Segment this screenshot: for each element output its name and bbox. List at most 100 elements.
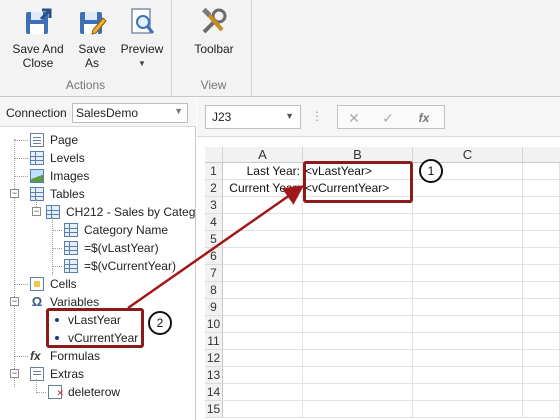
grid-cell[interactable] bbox=[413, 231, 523, 248]
grid-cell[interactable] bbox=[523, 299, 560, 316]
grid-cell[interactable] bbox=[223, 282, 303, 299]
grid-cell[interactable] bbox=[303, 384, 413, 401]
grid-cell[interactable] bbox=[413, 384, 523, 401]
actions-group-label: Actions bbox=[65, 78, 106, 92]
column-header-d[interactable] bbox=[523, 147, 560, 163]
chevron-down-icon[interactable]: ▼ bbox=[174, 106, 183, 116]
collapse-tables-icon[interactable]: − bbox=[10, 189, 19, 198]
grid-cell[interactable] bbox=[223, 214, 303, 231]
grid-cell[interactable] bbox=[303, 316, 413, 333]
grid-cell[interactable] bbox=[303, 282, 413, 299]
row-header[interactable]: 11 bbox=[205, 333, 223, 350]
cell-reference-box[interactable]: J23 ▼ bbox=[205, 105, 301, 129]
grid-cell[interactable] bbox=[413, 265, 523, 282]
toolbar-button[interactable]: Toolbar bbox=[184, 4, 244, 56]
grid-cell[interactable] bbox=[223, 384, 303, 401]
preview-dropdown-icon[interactable]: ▼ bbox=[116, 57, 168, 71]
grid-cell[interactable] bbox=[523, 163, 560, 180]
collapse-table-icon[interactable]: − bbox=[32, 207, 41, 216]
chevron-down-icon[interactable]: ▼ bbox=[285, 111, 294, 121]
insert-function-icon[interactable]: fx bbox=[414, 109, 434, 127]
grid-cell[interactable] bbox=[223, 316, 303, 333]
grid-cell[interactable] bbox=[413, 401, 523, 418]
row-header[interactable]: 9 bbox=[205, 299, 223, 316]
ribbon: Save And Close Save As Preview ▼ Actions… bbox=[0, 0, 560, 97]
grid-cell[interactable] bbox=[223, 299, 303, 316]
row-header[interactable]: 5 bbox=[205, 231, 223, 248]
grid-cell[interactable] bbox=[303, 248, 413, 265]
grid-cell[interactable] bbox=[523, 333, 560, 350]
tree-item-label: Page bbox=[50, 133, 79, 147]
grid-cell[interactable] bbox=[223, 265, 303, 282]
row-header[interactable]: 8 bbox=[205, 282, 223, 299]
grid-cell[interactable] bbox=[523, 316, 560, 333]
grid-cell[interactable] bbox=[523, 384, 560, 401]
grid-cell[interactable] bbox=[223, 333, 303, 350]
tree-connector bbox=[52, 266, 62, 267]
checkmark-icon[interactable]: ✓ bbox=[378, 109, 398, 127]
grid-cell[interactable] bbox=[223, 248, 303, 265]
tables-icon bbox=[30, 187, 44, 201]
grid-cell[interactable] bbox=[413, 333, 523, 350]
collapse-variables-icon[interactable]: − bbox=[10, 297, 19, 306]
row-header[interactable]: 6 bbox=[205, 248, 223, 265]
row-header[interactable]: 2 bbox=[205, 180, 223, 197]
row-header[interactable]: 10 bbox=[205, 316, 223, 333]
save-as-button[interactable]: Save As bbox=[68, 4, 116, 70]
grid-cell[interactable] bbox=[223, 231, 303, 248]
grid-cell[interactable] bbox=[303, 214, 413, 231]
row-header[interactable]: 7 bbox=[205, 265, 223, 282]
row-header[interactable]: 14 bbox=[205, 384, 223, 401]
grid-cell[interactable] bbox=[523, 180, 560, 197]
grid-cell[interactable] bbox=[413, 367, 523, 384]
connection-select[interactable]: SalesDemo ▼ bbox=[72, 103, 188, 123]
grid-cell[interactable] bbox=[413, 316, 523, 333]
grid-cell[interactable] bbox=[413, 197, 523, 214]
grid-cell[interactable] bbox=[413, 299, 523, 316]
grid-cell[interactable] bbox=[523, 367, 560, 384]
grid-cell[interactable] bbox=[523, 197, 560, 214]
row-header[interactable]: 13 bbox=[205, 367, 223, 384]
row-header[interactable]: 12 bbox=[205, 350, 223, 367]
grid-cell[interactable] bbox=[303, 350, 413, 367]
grid-cell[interactable] bbox=[303, 333, 413, 350]
grid-cell[interactable] bbox=[223, 401, 303, 418]
toolbar-icon bbox=[198, 6, 230, 38]
grid-cell[interactable] bbox=[413, 282, 523, 299]
row-header[interactable]: 3 bbox=[205, 197, 223, 214]
splitter-handle[interactable]: ⋮ bbox=[311, 109, 324, 123]
grid-cell[interactable] bbox=[223, 350, 303, 367]
grid-cell[interactable] bbox=[303, 231, 413, 248]
cell-a1[interactable]: Last Year: bbox=[223, 163, 303, 180]
grid-cell[interactable] bbox=[413, 350, 523, 367]
grid-cell[interactable] bbox=[303, 299, 413, 316]
grid-cell[interactable] bbox=[523, 248, 560, 265]
grid-cell[interactable] bbox=[413, 214, 523, 231]
tree-connector bbox=[52, 248, 62, 249]
cancel-icon[interactable]: ✕ bbox=[344, 109, 364, 127]
grid-cell[interactable] bbox=[223, 197, 303, 214]
grid-cell[interactable] bbox=[523, 231, 560, 248]
row-header[interactable]: 15 bbox=[205, 401, 223, 418]
grid-cell[interactable] bbox=[523, 282, 560, 299]
row-header[interactable]: 4 bbox=[205, 214, 223, 231]
grid-cell[interactable] bbox=[413, 248, 523, 265]
tree-item-label: CH212 - Sales by Categ bbox=[66, 205, 196, 219]
extras-icon bbox=[30, 367, 44, 381]
grid-cell[interactable] bbox=[523, 350, 560, 367]
save-and-close-button[interactable]: Save And Close bbox=[8, 4, 68, 70]
preview-button[interactable]: Preview ▼ bbox=[116, 4, 168, 71]
row-header[interactable]: 1 bbox=[205, 163, 223, 180]
cell-a2[interactable]: Current Year: bbox=[223, 180, 303, 197]
grid-cell[interactable] bbox=[523, 265, 560, 282]
grid-cell[interactable] bbox=[303, 265, 413, 282]
select-all-corner[interactable] bbox=[205, 147, 223, 163]
grid-cell[interactable] bbox=[223, 367, 303, 384]
grid-cell[interactable] bbox=[523, 401, 560, 418]
column-header-a[interactable]: A bbox=[223, 147, 303, 163]
grid-cell[interactable] bbox=[523, 214, 560, 231]
collapse-extras-icon[interactable]: − bbox=[10, 369, 19, 378]
tree-item-label: =$(vLastYear) bbox=[84, 241, 159, 255]
grid-cell[interactable] bbox=[303, 401, 413, 418]
grid-cell[interactable] bbox=[303, 367, 413, 384]
